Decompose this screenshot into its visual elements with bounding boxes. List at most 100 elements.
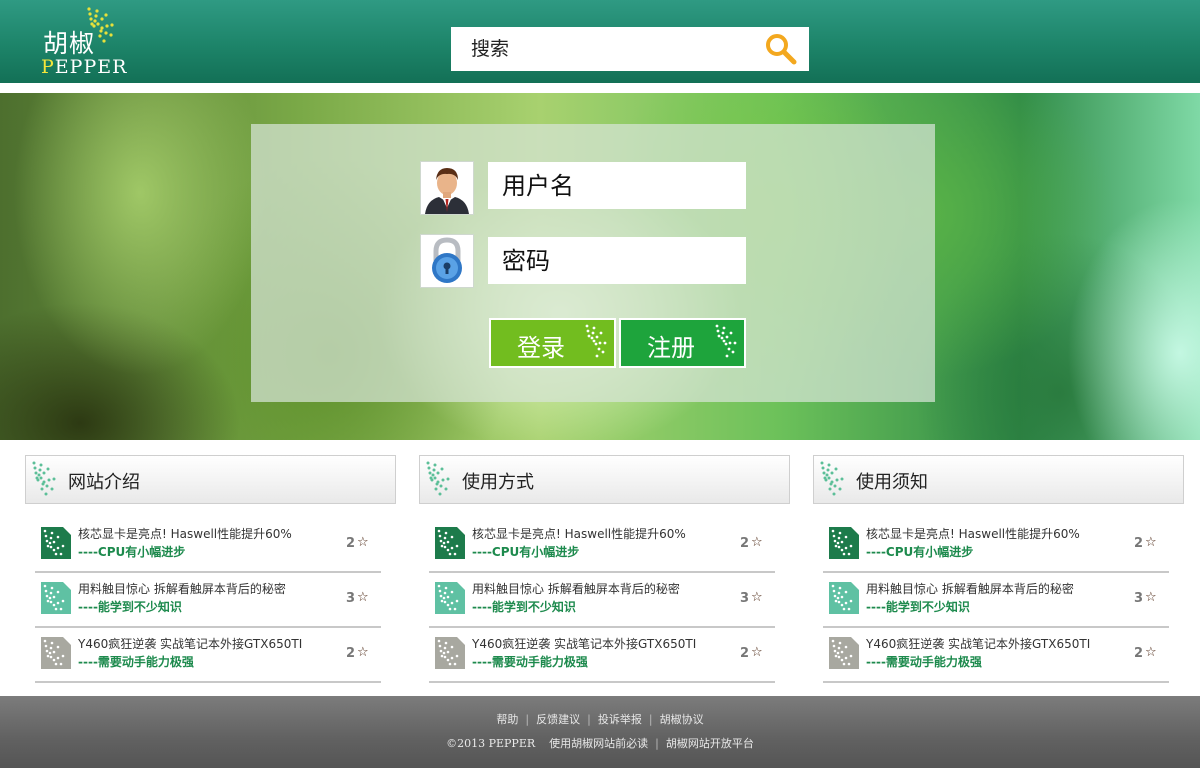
- footer-link-platform[interactable]: 胡椒网站开放平台: [666, 737, 754, 750]
- info-column: 使用方式核芯显卡是亮点! Haswell性能提升60% ----CPU有小幅进步 2…: [419, 455, 790, 683]
- register-button[interactable]: 注册: [619, 318, 746, 368]
- column-title: 使用方式: [462, 472, 534, 493]
- star-icon[interactable]: ☆: [1145, 535, 1157, 550]
- pepper-rays-icon: [585, 324, 607, 358]
- header-divider: [0, 83, 1200, 93]
- article-title[interactable]: 用料触目惊心 拆解看触屏本背后的秘密: [866, 580, 1074, 597]
- search-bar: [451, 27, 809, 71]
- article-title[interactable]: Y460疯狂逆袭 实战笔记本外接GTX650TI: [472, 635, 696, 652]
- footer-separator: |: [655, 737, 659, 750]
- list-item[interactable]: Y460疯狂逆袭 实战笔记本外接GTX650TI ----需要动手能力极强 2 ☆: [429, 628, 775, 683]
- footer-copyright: ©2013 PEPPER: [446, 737, 536, 750]
- rating-count: 3: [1134, 591, 1144, 606]
- list-item[interactable]: 用料触目惊心 拆解看触屏本背后的秘密 ----能学到不少知识 3 ☆: [35, 573, 381, 628]
- article-title[interactable]: 用料触目惊心 拆解看触屏本背后的秘密: [78, 580, 286, 597]
- article-subtitle: ----CPU有小幅进步: [866, 545, 974, 559]
- star-icon[interactable]: ☆: [751, 590, 763, 605]
- article-title[interactable]: Y460疯狂逆袭 实战笔记本外接GTX650TI: [866, 635, 1090, 652]
- column-header: 使用方式: [419, 455, 790, 504]
- list-item[interactable]: 用料触目惊心 拆解看触屏本背后的秘密 ----能学到不少知识 3 ☆: [823, 573, 1169, 628]
- footer-link-help[interactable]: 帮助: [496, 713, 518, 726]
- star-icon[interactable]: ☆: [357, 590, 369, 605]
- register-button-label: 注册: [647, 334, 695, 362]
- article-list: 核芯显卡是亮点! Haswell性能提升60% ----CPU有小幅进步 2 ☆ 用料触…: [823, 518, 1169, 683]
- article-subtitle: ----能学到不少知识: [866, 600, 970, 614]
- article-list: 核芯显卡是亮点! Haswell性能提升60% ----CPU有小幅进步 2 ☆ 用料触…: [429, 518, 775, 683]
- pepper-rays-icon: [426, 461, 450, 496]
- star-icon[interactable]: ☆: [1145, 590, 1157, 605]
- lock-icon: [420, 234, 474, 288]
- column-header: 网站介绍: [25, 455, 396, 504]
- username-input[interactable]: [488, 162, 746, 209]
- search-input[interactable]: [451, 27, 751, 71]
- star-icon[interactable]: ☆: [357, 535, 369, 550]
- login-button-label: 登录: [517, 334, 565, 362]
- footer-links: 帮助 | 反馈建议 | 投诉举报 | 胡椒协议: [0, 711, 1200, 727]
- site-footer: 帮助 | 反馈建议 | 投诉举报 | 胡椒协议 ©2013 PEPPER 使用胡椒网站前必读 |…: [0, 696, 1200, 768]
- article-thumbnail-icon: [829, 637, 859, 669]
- footer-separator: |: [648, 713, 653, 726]
- article-subtitle: ----需要动手能力极强: [78, 655, 194, 669]
- footer-link-feedback[interactable]: 反馈建议: [536, 713, 580, 726]
- pepper-logo[interactable]: 胡椒 PEPPER: [40, 6, 140, 78]
- article-subtitle: ----能学到不少知识: [78, 600, 182, 614]
- footer-link-report[interactable]: 投诉举报: [598, 713, 642, 726]
- column-title: 使用须知: [856, 472, 928, 493]
- list-item[interactable]: Y460疯狂逆袭 实战笔记本外接GTX650TI ----需要动手能力极强 2 ☆: [823, 628, 1169, 683]
- rating-count: 2: [1134, 646, 1144, 661]
- rating-count: 2: [740, 536, 750, 551]
- list-item[interactable]: Y460疯狂逆袭 实战笔记本外接GTX650TI ----需要动手能力极强 2 ☆: [35, 628, 381, 683]
- article-title[interactable]: 核芯显卡是亮点! Haswell性能提升60%: [78, 525, 292, 542]
- rating-count: 2: [346, 646, 356, 661]
- pepper-rays-icon: [32, 461, 56, 496]
- rating-count: 3: [346, 591, 356, 606]
- pepper-rays-icon: [87, 7, 114, 43]
- list-item[interactable]: 用料触目惊心 拆解看触屏本背后的秘密 ----能学到不少知识 3 ☆: [429, 573, 775, 628]
- password-input[interactable]: [488, 237, 746, 284]
- logo-letter-p: P: [41, 56, 55, 78]
- footer-link-notice[interactable]: 使用胡椒网站前必读: [549, 737, 648, 750]
- article-thumbnail-icon: [41, 637, 71, 669]
- list-item[interactable]: 核芯显卡是亮点! Haswell性能提升60% ----CPU有小幅进步 2 ☆: [429, 518, 775, 573]
- article-subtitle: ----CPU有小幅进步: [78, 545, 186, 559]
- article-thumbnail-icon: [435, 582, 465, 614]
- logo-letters-rest: EPPER: [54, 56, 128, 78]
- site-header: 胡椒 PEPPER: [0, 0, 1200, 83]
- info-column: 使用须知核芯显卡是亮点! Haswell性能提升60% ----CPU有小幅进步 2…: [813, 455, 1184, 683]
- list-item[interactable]: 核芯显卡是亮点! Haswell性能提升60% ----CPU有小幅进步 2 ☆: [35, 518, 381, 573]
- article-title[interactable]: 核芯显卡是亮点! Haswell性能提升60%: [472, 525, 686, 542]
- article-title[interactable]: Y460疯狂逆袭 实战笔记本外接GTX650TI: [78, 635, 302, 652]
- star-icon[interactable]: ☆: [751, 645, 763, 660]
- star-icon[interactable]: ☆: [357, 645, 369, 660]
- pepper-rays-icon: [820, 461, 844, 496]
- rating-count: 2: [1134, 536, 1144, 551]
- article-subtitle: ----需要动手能力极强: [472, 655, 588, 669]
- article-thumbnail-icon: [41, 527, 71, 559]
- footer-separator: |: [587, 713, 591, 726]
- column-header: 使用须知: [813, 455, 1184, 504]
- hero-banner: 登录 注册: [0, 93, 1200, 440]
- article-title[interactable]: 核芯显卡是亮点! Haswell性能提升60%: [866, 525, 1080, 542]
- article-thumbnail-icon: [435, 637, 465, 669]
- article-thumbnail-icon: [435, 527, 465, 559]
- footer-bottom-row: ©2013 PEPPER 使用胡椒网站前必读 | 胡椒网站开放平台: [0, 735, 1200, 751]
- footer-link-agreement[interactable]: 胡椒协议: [660, 713, 704, 726]
- login-panel: 登录 注册: [251, 124, 935, 402]
- star-icon[interactable]: ☆: [751, 535, 763, 550]
- rating-count: 3: [740, 591, 750, 606]
- info-column: 网站介绍核芯显卡是亮点! Haswell性能提升60% ----CPU有小幅进步 2…: [25, 455, 396, 683]
- logo-english-text: PEPPER: [41, 56, 127, 78]
- star-icon[interactable]: ☆: [1145, 645, 1157, 660]
- login-button[interactable]: 登录: [489, 318, 616, 368]
- article-list: 核芯显卡是亮点! Haswell性能提升60% ----CPU有小幅进步 2 ☆ 用料触…: [35, 518, 381, 683]
- search-icon[interactable]: [763, 31, 799, 67]
- article-subtitle: ----需要动手能力极强: [866, 655, 982, 669]
- footer-separator: |: [525, 713, 530, 726]
- article-title[interactable]: 用料触目惊心 拆解看触屏本背后的秘密: [472, 580, 680, 597]
- user-avatar-icon: [420, 161, 474, 215]
- column-title: 网站介绍: [68, 472, 140, 493]
- article-subtitle: ----CPU有小幅进步: [472, 545, 580, 559]
- article-thumbnail-icon: [41, 582, 71, 614]
- list-item[interactable]: 核芯显卡是亮点! Haswell性能提升60% ----CPU有小幅进步 2 ☆: [823, 518, 1169, 573]
- rating-count: 2: [740, 646, 750, 661]
